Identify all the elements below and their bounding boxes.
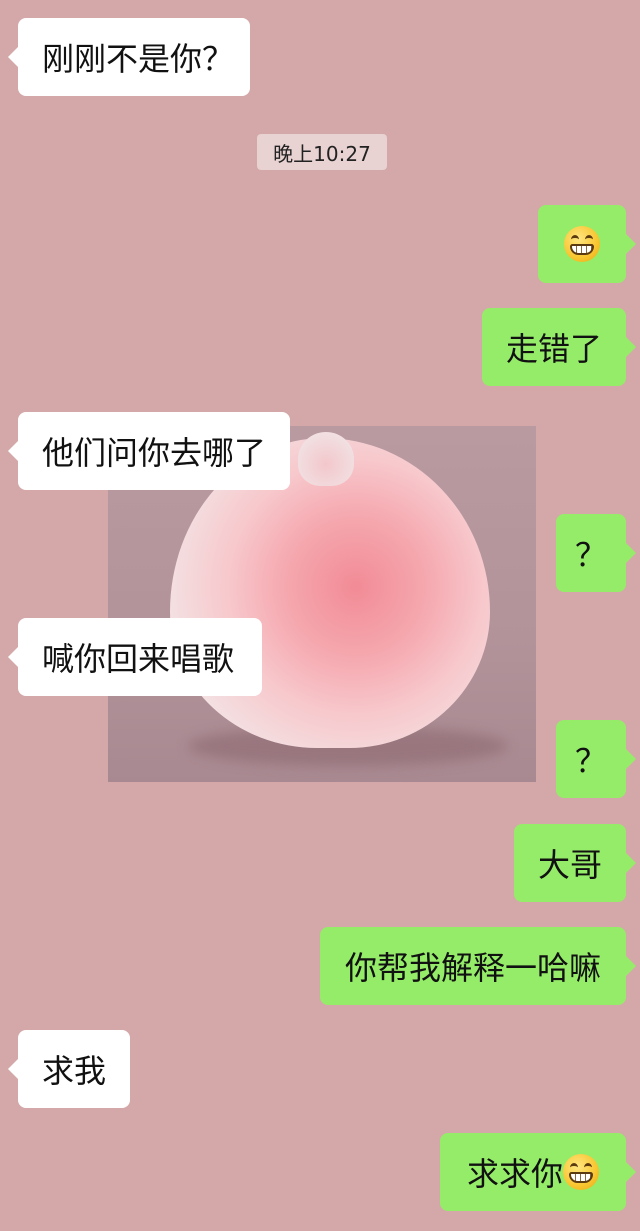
message-text: ？: [574, 536, 607, 574]
message-text: 走错了: [506, 330, 603, 368]
message-outgoing[interactable]: ？: [556, 720, 636, 798]
message-outgoing[interactable]: ？: [556, 514, 636, 592]
message-outgoing[interactable]: 大哥: [514, 824, 636, 902]
message-text: 刚刚不是你？: [42, 40, 235, 78]
message-text: 求我: [42, 1052, 107, 1090]
message-incoming[interactable]: 求我: [8, 1030, 130, 1108]
message-text: 你帮我解释一哈嘛: [344, 949, 601, 987]
message-outgoing[interactable]: [538, 205, 636, 283]
message-incoming[interactable]: 他们问你去哪了: [8, 412, 290, 490]
chat-window: 刚刚不是你？ 晚上10:27 走错了 他们问你去哪了 ？ 喊你回来唱歌 ？ 大哥…: [0, 0, 640, 1231]
message-text: 喊你回来唱歌: [42, 640, 235, 678]
timestamp: 晚上10:27: [257, 134, 387, 170]
message-text: 大哥: [538, 846, 603, 884]
timestamp-text: 晚上10:27: [273, 141, 371, 166]
message-text: 求求你: [466, 1155, 563, 1193]
grinning-face-emoji-icon: [564, 226, 600, 262]
message-incoming[interactable]: 刚刚不是你？: [8, 18, 250, 96]
message-text: ？: [574, 742, 607, 780]
message-outgoing[interactable]: 你帮我解释一哈嘛: [320, 927, 636, 1005]
message-text: 他们问你去哪了: [42, 434, 267, 472]
message-incoming[interactable]: 喊你回来唱歌: [8, 618, 262, 696]
message-outgoing[interactable]: 走错了: [482, 308, 636, 386]
message-outgoing[interactable]: 求求你: [440, 1133, 636, 1211]
grinning-face-emoji-icon: [563, 1154, 599, 1190]
